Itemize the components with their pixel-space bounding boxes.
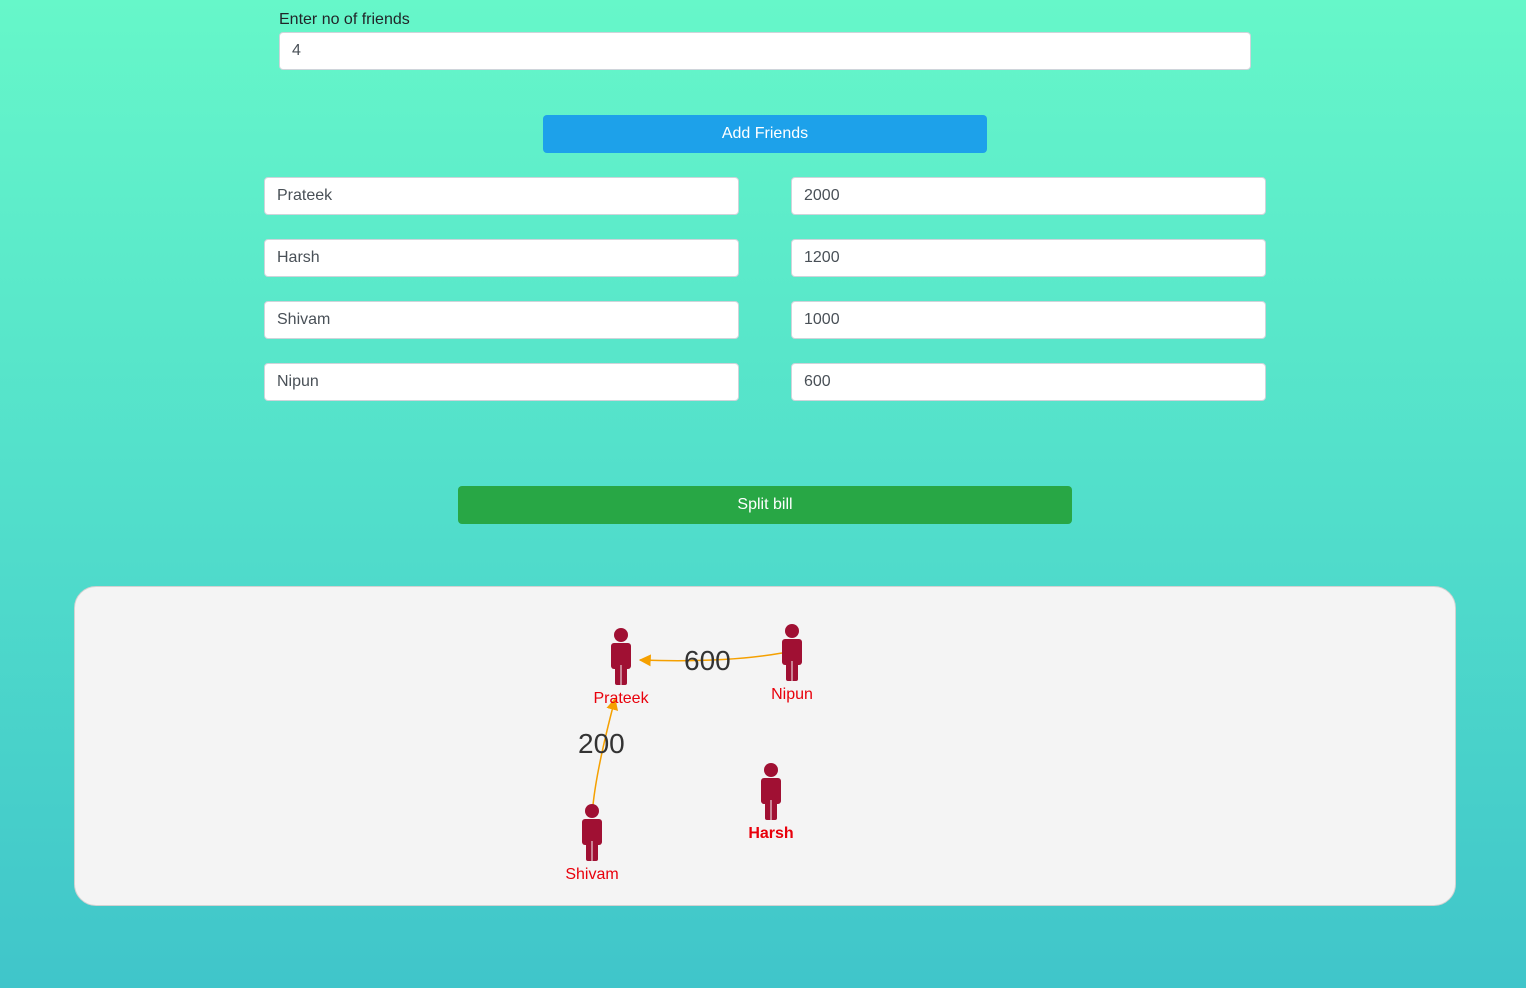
add-friends-button[interactable]: Add Friends [543,115,987,153]
person-icon [782,624,802,681]
friend-name-input[interactable] [264,363,739,401]
graph-node-prateek[interactable]: Prateek [593,628,650,707]
node-label: Nipun [771,686,813,703]
friend-amount-input[interactable] [791,177,1266,215]
node-label: Prateek [593,690,649,707]
graph-canvas[interactable]: 600 200 Prateek Nipun Shivam Harsh [75,587,1457,907]
node-label: Harsh [748,825,793,842]
friend-amount-input[interactable] [791,239,1266,277]
node-label: Shivam [565,866,618,883]
friends-count-input[interactable] [279,32,1251,70]
edge-label: 600 [684,645,731,676]
settlement-graph[interactable]: 600 200 Prateek Nipun Shivam Harsh [74,586,1456,906]
friend-name-input[interactable] [264,239,739,277]
edge-label: 200 [578,728,625,759]
friend-amount-input[interactable] [791,363,1266,401]
person-icon [582,804,602,861]
friends-count-label: Enter no of friends [279,11,410,28]
person-icon [611,628,631,685]
graph-node-harsh[interactable]: Harsh [748,763,794,842]
split-bill-button[interactable]: Split bill [458,486,1072,524]
graph-node-nipun[interactable]: Nipun [771,624,813,703]
person-icon [761,763,781,820]
friend-name-input[interactable] [264,301,739,339]
friend-name-input[interactable] [264,177,739,215]
friend-amount-input[interactable] [791,301,1266,339]
graph-node-shivam[interactable]: Shivam [565,804,619,883]
